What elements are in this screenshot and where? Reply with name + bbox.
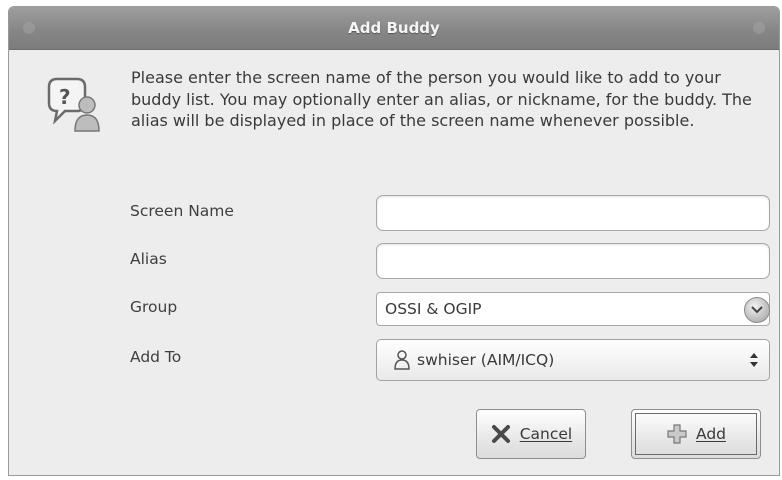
group-value[interactable]: OSSI & OGIP bbox=[385, 300, 482, 318]
alias-input[interactable] bbox=[376, 243, 770, 279]
add-label: Add bbox=[695, 425, 726, 443]
svg-text:?: ? bbox=[59, 85, 71, 109]
cancel-button[interactable]: Cancel bbox=[476, 409, 586, 459]
group-combo[interactable]: OSSI & OGIP bbox=[376, 292, 770, 326]
add-to-select[interactable]: swhiser (AIM/ICQ) bbox=[376, 339, 770, 381]
alias-label: Alias bbox=[130, 250, 167, 268]
add-button[interactable]: Add bbox=[631, 409, 761, 459]
add-plus-icon bbox=[667, 424, 687, 444]
person-icon bbox=[394, 350, 410, 370]
group-label: Group bbox=[130, 298, 178, 316]
chevron-down-icon[interactable] bbox=[744, 297, 770, 323]
dialog-message: Please enter the screen name of the pers… bbox=[131, 68, 752, 130]
window-menu-icon[interactable] bbox=[23, 22, 35, 34]
updown-arrows-icon bbox=[750, 353, 758, 367]
add-to-value: swhiser (AIM/ICQ) bbox=[417, 351, 555, 369]
screen-name-label: Screen Name bbox=[130, 202, 234, 220]
window-close-icon[interactable] bbox=[753, 22, 765, 34]
window-title: Add Buddy bbox=[348, 19, 440, 37]
dialog-question-buddy-icon: ? bbox=[47, 77, 100, 132]
cancel-x-icon bbox=[491, 425, 510, 443]
cancel-label: Cancel bbox=[519, 425, 573, 443]
add-buddy-dialog: Add Buddy ? Please enter the screen name… bbox=[8, 6, 780, 476]
screen-name-input[interactable] bbox=[376, 195, 770, 231]
add-to-label: Add To bbox=[130, 348, 182, 366]
title-bar[interactable]: Add Buddy bbox=[9, 7, 779, 50]
